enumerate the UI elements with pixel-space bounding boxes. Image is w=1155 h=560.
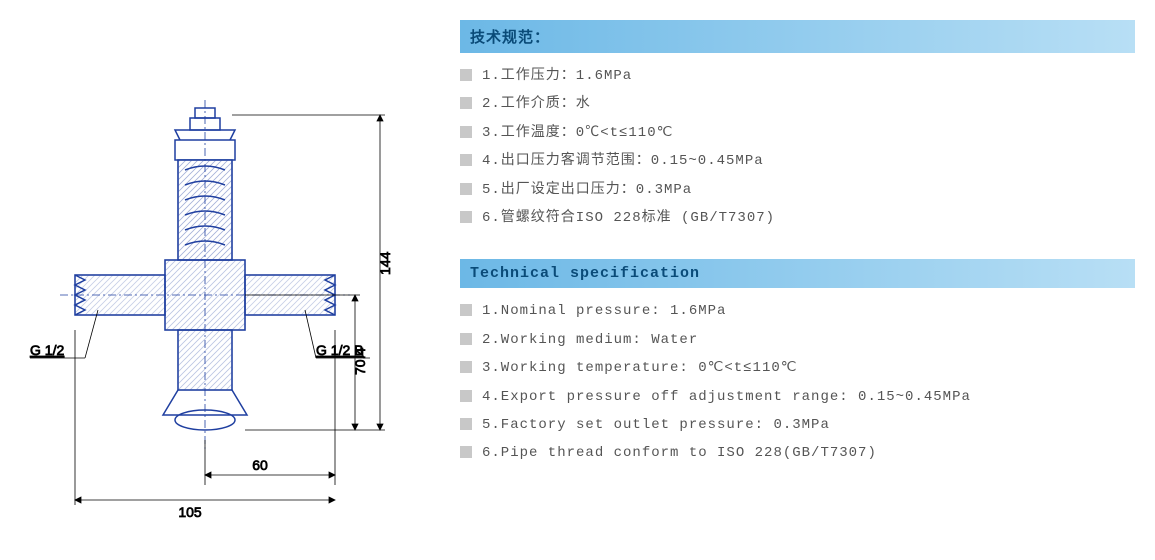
spec-text: 3.工作温度：0℃<t≤110℃ <box>482 122 673 144</box>
spec-text: 4.Export pressure off adjustment range: … <box>482 386 971 408</box>
list-item: 1.工作压力：1.6MPa <box>460 65 1135 87</box>
spec-text: 5.Factory set outlet pressure: 0.3MPa <box>482 414 830 436</box>
bullet-icon <box>460 304 472 316</box>
list-item: 4.出口压力客调节范围：0.15~0.45MPa <box>460 150 1135 172</box>
list-item: 5.出厂设定出口压力：0.3MPa <box>460 179 1135 201</box>
list-item: 5.Factory set outlet pressure: 0.3MPa <box>460 414 1135 436</box>
spec-text: 6.管螺纹符合ISO 228标准 (GB/T7307) <box>482 207 775 229</box>
spec-column: 技术规范： 1.工作压力：1.6MPa 2.工作介质：水 3.工作温度：0℃<t… <box>460 20 1135 495</box>
bullet-icon <box>460 211 472 223</box>
diagram-column: 144 70.4 60 105 G 1/2 <box>20 20 420 540</box>
list-item: 4.Export pressure off adjustment range: … <box>460 386 1135 408</box>
spec-header-cn: 技术规范： <box>460 20 1135 53</box>
bullet-icon <box>460 183 472 195</box>
spec-header-en: Technical specification <box>460 259 1135 288</box>
dim-total-width: 105 <box>178 504 202 520</box>
list-item: 6.管螺纹符合ISO 228标准 (GB/T7307) <box>460 207 1135 229</box>
spec-list-cn: 1.工作压力：1.6MPa 2.工作介质：水 3.工作温度：0℃<t≤110℃ … <box>460 65 1135 229</box>
left-thread-label: G 1/2 <box>30 342 64 358</box>
list-item: 3.Working temperature: 0℃<t≤110℃ <box>460 357 1135 379</box>
right-thread-label: G 1/2 B <box>316 342 363 358</box>
spec-text: 6.Pipe thread conform to ISO 228(GB/T730… <box>482 442 877 464</box>
bullet-icon <box>460 97 472 109</box>
dim-total-height: 144 <box>377 251 393 275</box>
list-item: 2.Working medium: Water <box>460 329 1135 351</box>
bullet-icon <box>460 154 472 166</box>
list-item: 2.工作介质：水 <box>460 93 1135 115</box>
bullet-icon <box>460 446 472 458</box>
bullet-icon <box>460 390 472 402</box>
dim-right-width: 60 <box>252 457 268 473</box>
bullet-icon <box>460 361 472 373</box>
spec-text: 2.工作介质：水 <box>482 93 591 115</box>
list-item: 3.工作温度：0℃<t≤110℃ <box>460 122 1135 144</box>
bullet-icon <box>460 418 472 430</box>
spec-text: 4.出口压力客调节范围：0.15~0.45MPa <box>482 150 764 172</box>
spec-text: 1.Nominal pressure: 1.6MPa <box>482 300 726 322</box>
bullet-icon <box>460 333 472 345</box>
bullet-icon <box>460 69 472 81</box>
list-item: 6.Pipe thread conform to ISO 228(GB/T730… <box>460 442 1135 464</box>
valve-diagram: 144 70.4 60 105 G 1/2 <box>20 20 420 540</box>
list-item: 1.Nominal pressure: 1.6MPa <box>460 300 1135 322</box>
spec-text: 2.Working medium: Water <box>482 329 698 351</box>
spec-text: 1.工作压力：1.6MPa <box>482 65 632 87</box>
bullet-icon <box>460 126 472 138</box>
spec-list-en: 1.Nominal pressure: 1.6MPa 2.Working med… <box>460 300 1135 464</box>
spec-text: 5.出厂设定出口压力：0.3MPa <box>482 179 692 201</box>
spec-text: 3.Working temperature: 0℃<t≤110℃ <box>482 357 798 379</box>
page-container: 144 70.4 60 105 G 1/2 <box>20 20 1135 540</box>
